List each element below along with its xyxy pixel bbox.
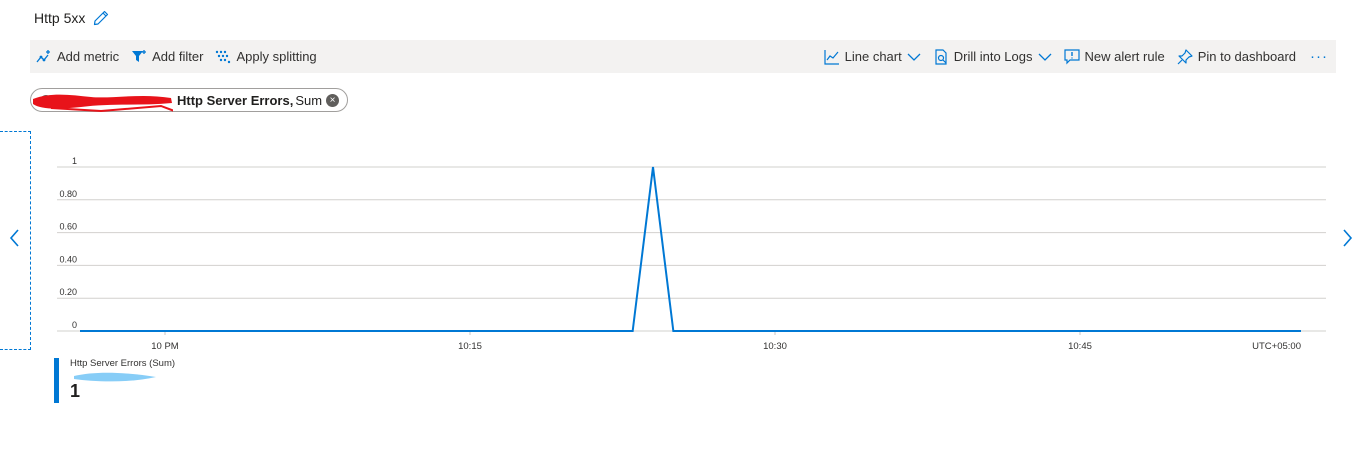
line-chart-button[interactable]: Line chart (818, 40, 927, 73)
chevron-down-icon (907, 53, 921, 61)
legend-value: 1 (70, 381, 81, 401)
close-circle-icon[interactable]: × (326, 93, 339, 107)
toolbar-left-group: Add metric Add filter Apply splitting (30, 40, 323, 73)
add-metric-label: Add metric (57, 49, 120, 64)
timezone-label: UTC+05:00 (1252, 341, 1301, 352)
line-chart-icon (824, 49, 839, 65)
pill-metric-name: Http Server Errors, (177, 92, 294, 108)
drill-into-logs-button[interactable]: Drill into Logs (927, 40, 1058, 73)
apply-splitting-button[interactable]: Apply splitting (209, 40, 322, 73)
y-tick-label: 0.40 (59, 254, 77, 264)
x-tick-label: 10:15 (458, 341, 482, 352)
pill-aggregation: Sum (295, 92, 323, 108)
new-alert-rule-label: New alert rule (1084, 49, 1165, 64)
apply-splitting-label: Apply splitting (236, 49, 317, 64)
chart-title: Http 5xx (34, 10, 86, 26)
pencil-icon[interactable] (93, 10, 109, 26)
add-filter-label: Add filter (152, 49, 204, 64)
filter-icon (132, 49, 147, 62)
pin-to-dashboard-label: Pin to dashboard (1197, 49, 1296, 64)
chevron-down-icon (1038, 53, 1051, 61)
y-tick-label: 1 (72, 156, 77, 166)
add-metric-icon (36, 49, 50, 62)
y-tick-label: 0.20 (59, 287, 77, 297)
pin-to-dashboard-button[interactable]: Pin to dashboard (1171, 40, 1302, 73)
splitting-icon (216, 50, 231, 63)
series-line (80, 166, 1301, 332)
alert-icon (1063, 48, 1080, 64)
drill-into-logs-label: Drill into Logs (953, 49, 1033, 64)
x-tick-label: 10 PM (151, 341, 179, 352)
y-tick-label: 0.60 (59, 222, 77, 232)
logs-icon (935, 48, 947, 65)
x-tick-label: 10:30 (763, 341, 787, 352)
legend-redacted-resource (70, 369, 156, 382)
x-tick-label: 10:45 (1068, 341, 1092, 352)
chart-title-row: Http 5xx (34, 8, 109, 28)
new-alert-rule-button[interactable]: New alert rule (1058, 40, 1171, 73)
y-tick-label: 0.80 (59, 189, 77, 199)
pin-icon (1177, 48, 1193, 64)
y-tick-label: 0 (72, 320, 77, 330)
line-chart: 0 0.20 0.40 0.60 0.80 1 10 PM 10:15 10:30 10:45 UT… (57, 156, 1326, 352)
toolbar-right-group: Line chart Drill into Logs New alert rul… (818, 40, 1336, 73)
chart-legend[interactable]: Http Server Errors (Sum) 1 (54, 358, 175, 403)
legend-series-name: Http Server Errors (Sum) (70, 358, 176, 369)
add-metric-button[interactable]: Add metric (30, 40, 125, 73)
redacted-resource-name (31, 89, 178, 113)
line-chart-label: Line chart (844, 49, 902, 64)
add-filter-button[interactable]: Add filter (125, 40, 209, 73)
metric-pill[interactable]: Http Server Errors, Sum × (30, 88, 348, 113)
metrics-toolbar: Add metric Add filter Apply splitting Li… (30, 40, 1336, 73)
more-options-button[interactable]: ··· (1302, 40, 1336, 73)
